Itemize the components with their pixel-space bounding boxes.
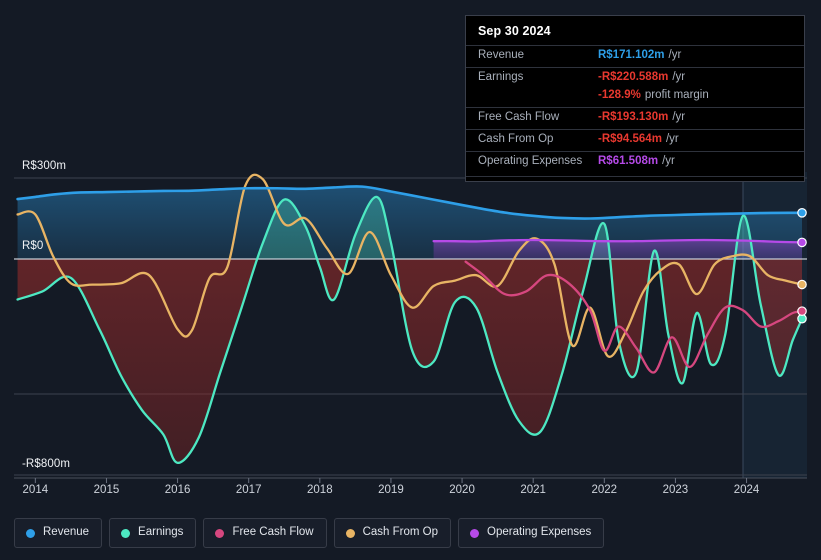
legend-item-label: Operating Expenses bbox=[487, 526, 592, 539]
legend-item-operating-expenses[interactable]: Operating Expenses bbox=[458, 518, 605, 548]
chart-legend[interactable]: Revenue Earnings Free Cash Flow Cash From O… bbox=[14, 518, 605, 548]
tooltip-row-label: Revenue bbox=[478, 49, 525, 61]
tooltip-row-value: -R$193.130m/yr bbox=[598, 111, 686, 123]
x-axis-tick-2017: 2017 bbox=[235, 484, 262, 496]
x-axis-ticks bbox=[34, 478, 748, 483]
tooltip-row-value: -R$220.588m/yr bbox=[598, 71, 686, 83]
legend-color-dot-icon bbox=[26, 528, 35, 538]
legend-item-cash-from-op[interactable]: Cash From Op bbox=[333, 518, 452, 548]
x-axis-labels: 2014 2015 2016 2017 2018 2019 2020 2021 2022 2023… bbox=[0, 484, 821, 500]
x-axis-tick-2019: 2019 bbox=[378, 484, 404, 496]
legend-color-dot-icon bbox=[121, 528, 131, 538]
y-axis-zero-label: R$0 bbox=[22, 240, 44, 252]
tooltip-row-value: R$61.508m/yr bbox=[598, 155, 675, 167]
legend-item-label: Earnings bbox=[138, 526, 184, 539]
x-axis-tick-2018: 2018 bbox=[307, 484, 333, 496]
y-axis-top-label: R$300m bbox=[22, 160, 67, 172]
legend-item-earnings[interactable]: Earnings bbox=[109, 518, 197, 548]
tooltip-row: -128.9% profit margin bbox=[466, 89, 804, 107]
tooltip-row-unit: /yr bbox=[672, 111, 686, 123]
tooltip-row: Operating Expenses R$61.508m/yr bbox=[466, 151, 804, 173]
tooltip-row-value: R$171.102m/yr bbox=[598, 49, 682, 61]
tooltip-row-label: Cash From Op bbox=[478, 133, 554, 145]
legend-item-label: Cash From Op bbox=[362, 526, 439, 539]
x-axis-tick-2016: 2016 bbox=[164, 484, 191, 496]
legend-color-dot-icon bbox=[470, 528, 480, 538]
tooltip-row-unit: /yr bbox=[672, 71, 686, 83]
tooltip-row-unit: profit margin bbox=[644, 89, 709, 101]
x-axis-tick-2021: 2021 bbox=[520, 484, 546, 496]
tooltip-row: Cash From Op -R$94.564m/yr bbox=[466, 129, 804, 151]
legend-color-dot-icon bbox=[215, 528, 225, 538]
tooltip-date: Sep 30 2024 bbox=[478, 24, 551, 38]
x-axis-tick-2015: 2015 bbox=[93, 484, 120, 496]
tooltip-row-unit: /yr bbox=[662, 155, 675, 167]
hover-tooltip: Sep 30 2024 Revenue R$171.102m/yr Earnings… bbox=[465, 15, 805, 182]
financial-chart: R$300m R$0 -R$800m 2014 2015 2016 2017 2018 2… bbox=[0, 0, 821, 560]
x-axis-tick-2022: 2022 bbox=[591, 484, 618, 496]
tooltip-row: Revenue R$171.102m/yr bbox=[466, 45, 804, 67]
tooltip-bottom-rule bbox=[466, 176, 804, 177]
x-axis-tick-2024: 2024 bbox=[733, 484, 760, 496]
tooltip-row: Earnings -R$220.588m/yr bbox=[466, 67, 804, 89]
legend-item-label: Revenue bbox=[43, 526, 90, 539]
tooltip-row-label: Earnings bbox=[478, 71, 524, 83]
tooltip-row-label: Free Cash Flow bbox=[478, 111, 560, 123]
x-axis-tick-2014: 2014 bbox=[22, 484, 49, 496]
tooltip-row-unit: /yr bbox=[665, 133, 679, 145]
legend-item-label: Free Cash Flow bbox=[232, 526, 314, 539]
legend-color-dot-icon bbox=[345, 528, 355, 538]
x-axis-tick-2020: 2020 bbox=[449, 484, 475, 496]
tooltip-row-label: Operating Expenses bbox=[478, 155, 583, 167]
y-axis-bottom-label: -R$800m bbox=[22, 458, 70, 470]
legend-item-free-cash-flow[interactable]: Free Cash Flow bbox=[203, 518, 327, 548]
legend-item-revenue[interactable]: Revenue bbox=[14, 518, 103, 548]
tooltip-row-unit: /yr bbox=[668, 49, 682, 61]
tooltip-row: Free Cash Flow -R$193.130m/yr bbox=[466, 107, 804, 129]
tooltip-rows: Revenue R$171.102m/yr Earnings -R$220.588m /… bbox=[466, 45, 804, 173]
series-areas bbox=[17, 186, 803, 463]
x-axis-tick-2023: 2023 bbox=[662, 484, 689, 496]
tooltip-row-value: -R$94.564m/yr bbox=[598, 133, 679, 145]
tooltip-row-value: -128.9% profit margin bbox=[598, 89, 709, 101]
